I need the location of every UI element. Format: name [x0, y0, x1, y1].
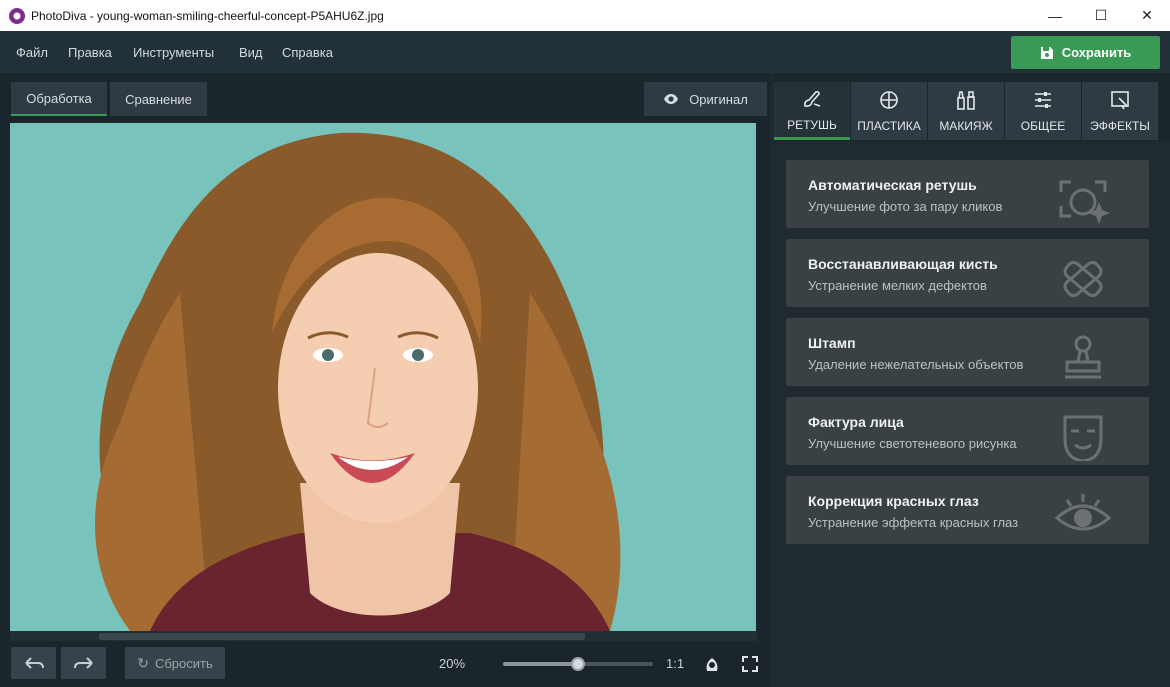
minimize-button[interactable]: —	[1032, 0, 1078, 31]
horizontal-scrollbar[interactable]	[10, 631, 757, 641]
app-logo-icon	[9, 7, 25, 24]
bandage-icon	[1063, 260, 1103, 298]
zoom-one-to-one-button[interactable]: 1:1	[666, 656, 684, 671]
tool-healing-brush[interactable]: Восстанавливающая кисть Устранение мелки…	[786, 239, 1149, 307]
eye-icon	[664, 94, 679, 104]
redo-button[interactable]	[61, 647, 106, 679]
tab-retouch[interactable]: РЕТУШЬ	[774, 82, 850, 140]
tab-plastic-label: ПЛАСТИКА	[857, 119, 921, 133]
tab-effects[interactable]: ЭФФЕКТЫ	[1082, 82, 1158, 140]
zoom-slider[interactable]	[503, 657, 653, 671]
tool-title: Автоматическая ретушь	[808, 177, 977, 193]
face-mask-icon	[1063, 415, 1103, 461]
zoom-percent: 20%	[439, 656, 466, 671]
tool-title: Восстанавливающая кисть	[808, 256, 998, 272]
auto-retouch-icon	[1059, 180, 1110, 224]
tools-sidebar: РЕТУШЬ ПЛАСТИКА МАКИЯЖ ОБЩЕЕ ЭФФЕКТЫ Авт…	[774, 73, 1170, 687]
tool-title: Штамп	[808, 335, 856, 351]
menu-file[interactable]: Файл	[16, 45, 48, 60]
reset-button[interactable]: ↻ Сбросить	[125, 647, 225, 679]
eye-icon	[1054, 494, 1112, 531]
tab-makeup[interactable]: МАКИЯЖ	[928, 82, 1004, 140]
redo-icon	[73, 657, 93, 669]
maximize-button[interactable]: ☐	[1078, 0, 1124, 31]
undo-icon	[24, 657, 44, 669]
stamp-icon	[1065, 335, 1101, 379]
tool-auto-retouch[interactable]: Автоматическая ретушь Улучшение фото за …	[786, 160, 1149, 228]
fit-face-icon[interactable]	[703, 655, 721, 673]
menu-help[interactable]: Справка	[282, 45, 333, 60]
tab-makeup-label: МАКИЯЖ	[939, 119, 993, 133]
fullscreen-icon[interactable]	[741, 655, 759, 673]
undo-button[interactable]	[11, 647, 56, 679]
tab-plastic[interactable]: ПЛАСТИКА	[851, 82, 927, 140]
menu-edit[interactable]: Правка	[68, 45, 112, 60]
menu-view[interactable]: Вид	[239, 45, 263, 60]
tab-compare[interactable]: Сравнение	[110, 82, 207, 116]
tool-red-eye[interactable]: Коррекция красных глаз Устранение эффект…	[786, 476, 1149, 544]
title-bar: PhotoDiva - young-woman-smiling-cheerful…	[0, 0, 1170, 31]
original-button[interactable]: Оригинал	[644, 82, 767, 116]
tab-retouch-label: РЕТУШЬ	[787, 117, 837, 132]
horizontal-scroll-thumb[interactable]	[99, 633, 585, 640]
menu-bar: Файл Правка Инструменты Вид Справка	[0, 31, 1170, 73]
brush-retouch-icon	[804, 90, 821, 107]
portrait-photo	[10, 123, 756, 631]
window-title: PhotoDiva - young-woman-smiling-cheerful…	[31, 8, 384, 23]
zoom-slider-knob[interactable]	[571, 657, 585, 671]
retouch-tools-panel: Автоматическая ретушь Улучшение фото за …	[774, 141, 1170, 687]
tab-processing[interactable]: Обработка	[11, 82, 107, 116]
vertical-scrollbar[interactable]	[757, 123, 767, 631]
save-button-label: Сохранить	[1061, 45, 1132, 60]
tab-general[interactable]: ОБЩЕЕ	[1005, 82, 1081, 140]
crosshair-icon	[880, 91, 898, 109]
tool-description: Устранение мелких дефектов	[808, 278, 987, 293]
makeup-icon	[957, 91, 975, 110]
save-button[interactable]: Сохранить	[1011, 36, 1160, 69]
menu-tools[interactable]: Инструменты	[133, 45, 214, 60]
photo-canvas[interactable]	[10, 123, 756, 631]
tool-face-texture[interactable]: Фактура лица Улучшение светотеневого рис…	[786, 397, 1149, 465]
tab-effects-label: ЭФФЕКТЫ	[1090, 119, 1150, 133]
tool-title: Фактура лица	[808, 414, 904, 430]
zoom-slider-fill	[503, 662, 578, 666]
close-button[interactable]: ✕	[1124, 0, 1170, 31]
tool-description: Улучшение светотеневого рисунка	[808, 436, 1017, 451]
tool-description: Устранение эффекта красных глаз	[808, 515, 1019, 530]
tool-title: Коррекция красных глаз	[808, 493, 979, 509]
tab-general-label: ОБЩЕЕ	[1020, 119, 1066, 133]
editor-area: Обработка Сравнение Оригинал ↻ Сбросить …	[0, 73, 770, 687]
original-button-label: Оригинал	[689, 91, 748, 107]
tool-description: Удаление нежелательных объектов	[808, 357, 1024, 372]
effects-icon	[1111, 91, 1129, 110]
tool-description: Улучшение фото за пару кликов	[808, 199, 1003, 214]
floppy-disk-icon	[1040, 46, 1053, 59]
tool-stamp[interactable]: Штамп Удаление нежелательных объектов	[786, 318, 1149, 386]
reset-icon: ↻	[137, 654, 149, 671]
reset-button-label: Сбросить	[154, 655, 213, 671]
sliders-icon	[1035, 92, 1051, 108]
